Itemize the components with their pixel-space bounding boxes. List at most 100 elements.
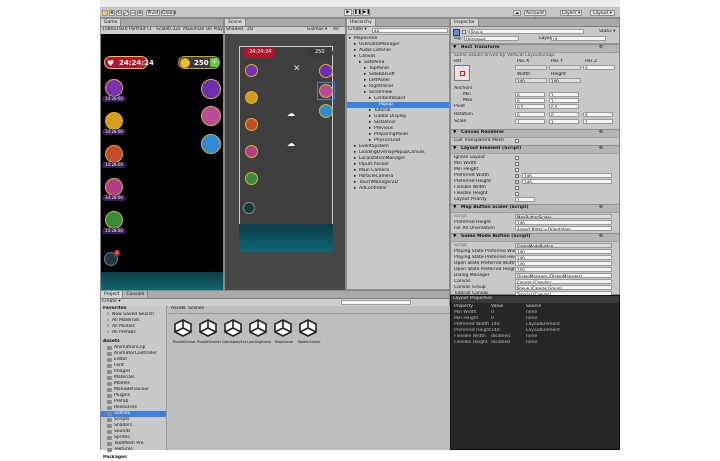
rotation-x[interactable]: 0 [515,112,545,117]
pos-z-field[interactable]: 0 [583,65,615,70]
gmb-field-value[interactable]: Popup (Canvas Group) [515,285,612,290]
tab-hierarchy[interactable]: Hierarchy [347,19,376,26]
layers-dropdown[interactable]: Layers ▾ [560,10,582,16]
rect-transform-header[interactable]: ▼ Rect Transform ⚙ [451,44,619,53]
tab-inspector[interactable]: Inspector [451,19,479,26]
pivot-x[interactable]: 0.5 [515,104,545,109]
favorite-item[interactable]: ⌕ All Prefabs [101,330,166,336]
flexible-width-checkbox[interactable] [515,186,519,190]
static-dropdown[interactable]: Static ▾ [599,29,616,35]
shading-dropdown[interactable]: Shaded [226,27,243,33]
game-mode-button-settings-icon[interactable]: ⚙ [599,234,603,240]
expand-arrow-icon[interactable]: ▸ [354,186,356,192]
tab-project[interactable]: Project [101,291,124,298]
unity-scene-icon[interactable] [174,319,192,337]
layout-priority-field[interactable]: 1 [515,197,535,202]
left-item-2[interactable] [105,112,123,130]
mbs-orientation-field[interactable]: Aspect Ratio → Orientation [515,226,612,231]
pivot-toggle[interactable]: Pivot [146,10,160,16]
left-item-4[interactable] [105,178,123,196]
unity-scene-icon[interactable] [224,319,242,337]
resolution-dropdown[interactable]: 1080x1920 Portrait (1080x1920) [102,27,152,33]
gmb-field-value[interactable]: Canvas (Canvas) [515,279,612,284]
hierarchy-item[interactable]: ▸ AdController [347,186,449,192]
layout-dropdown[interactable]: Layout ▾ [590,10,615,16]
active-checkbox[interactable] [462,30,466,34]
gmb-field-value[interactable]: 140 [515,261,612,266]
account-dropdown[interactable]: Account ▾ [524,10,546,22]
game-mode-button-expand-icon[interactable]: ▼ [453,234,456,240]
anchor-min-x[interactable]: 0 [515,92,545,97]
left-item-5[interactable] [105,211,123,229]
step-button[interactable]: ▶❚ [362,9,370,16]
right-item-2[interactable] [201,106,221,126]
project-create-dropdown[interactable]: Create ▾ [102,299,121,305]
scale-x[interactable]: 1 [515,119,545,124]
right-item-1[interactable] [201,79,221,99]
anchor-min-y[interactable]: 1 [549,92,579,97]
rotation-z[interactable]: 0 [583,112,613,117]
cloud-icon[interactable]: ☁ [513,10,521,16]
folder-item[interactable]: Textures [101,447,166,453]
pos-x-field[interactable] [515,65,547,70]
rect-transform-settings-icon[interactable]: ⚙ [599,45,603,51]
tag-dropdown[interactable]: Untagged [464,36,519,41]
map-button-scaler-header[interactable]: ▼ Map Button Scaler (Script) ⚙ [451,204,619,213]
right-item-3[interactable] [201,134,221,154]
tab-scene[interactable]: Scene [225,19,246,26]
left-item-1[interactable] [105,79,123,97]
mbs-pref-height-field[interactable]: 140 [515,220,612,225]
gmb-field-value[interactable]: DialogManager (DialogManager) [515,273,612,278]
pause-button[interactable]: ❚❚ [353,9,362,16]
layout-element-expand-icon[interactable]: ▼ [453,146,456,152]
flexible-height-checkbox[interactable] [515,192,519,196]
cull-transparent-checkbox[interactable] [515,139,519,143]
selection-rect[interactable] [317,82,335,100]
2d-toggle[interactable]: 2D [247,27,253,33]
preferred-height-field[interactable]: 140 [522,179,612,184]
hand-tool-icon[interactable]: ✋ [102,10,109,16]
global-toggle[interactable]: Global [161,10,176,16]
scene-viewport[interactable]: 24:24:24 250 ☁ ☁ ✕ [225,34,345,290]
unity-scene-icon[interactable] [274,319,292,337]
tab-game[interactable]: Game [101,19,122,26]
object-name-field[interactable]: Popup [469,29,584,34]
packages-row[interactable]: Packages [101,455,166,461]
rotation-y[interactable]: 0 [549,112,579,117]
gmb-field-value[interactable]: 140 [515,255,612,260]
gmb-field-value[interactable]: 140 [515,249,612,254]
canvas-renderer-header[interactable]: ▼ Canvas Renderer ⚙ [451,129,619,138]
preferred-width-field[interactable]: 140 [522,173,612,178]
map-button-scaler-settings-icon[interactable]: ⚙ [599,205,603,211]
pivot-y[interactable]: 0.5 [549,104,579,109]
scale-tool-icon[interactable]: ⤢ [123,10,129,16]
canvas-renderer-expand-icon[interactable]: ▼ [453,130,456,136]
layout-element-settings-icon[interactable]: ⚙ [599,146,603,152]
unity-scene-icon[interactable] [299,319,317,337]
mbs-script-field[interactable]: MapButtonScaler [515,214,612,219]
scale-y[interactable]: 1 [549,119,579,124]
play-button[interactable]: ▶ [344,9,352,16]
gmb-script-field[interactable]: GameModeButton [515,243,612,248]
move-tool-icon[interactable]: ✥ [109,10,115,16]
game-mode-button-header[interactable]: ▼ Game Mode Button (Script) ⚙ [451,233,619,242]
canvas-renderer-settings-icon[interactable]: ⚙ [599,130,603,136]
maximize-on-play-toggle[interactable]: Maximize On Play [183,27,223,33]
layer-dropdown[interactable]: UI [551,36,606,41]
unity-scene-icon[interactable] [199,319,217,337]
anchor-max-y[interactable]: 1 [549,98,579,103]
preferred-height-checkbox[interactable] [515,180,519,184]
map-button-scaler-expand-icon[interactable]: ▼ [453,205,456,211]
hierarchy-create-dropdown[interactable]: Create ▾ [348,27,367,33]
rotate-tool-icon[interactable]: ↻ [116,10,122,16]
unity-scene-icon[interactable] [249,319,267,337]
layout-element-header[interactable]: ▼ Layout Element (Script) ⚙ [451,145,619,154]
project-search-input[interactable] [341,300,411,305]
game-viewport[interactable]: ♥ 24:24:24 250 + 14:28:00 14:28:00 14:28:0… [101,34,223,290]
transform-tool-icon[interactable]: ⊕ [137,10,143,16]
height-field[interactable]: 140 [549,78,581,83]
rect-tool-icon[interactable]: ▭ [130,10,136,16]
add-coins-button[interactable]: + [210,58,219,67]
preferred-width-checkbox[interactable] [515,174,519,178]
gizmos-dropdown[interactable]: Gizmos ▾ [307,27,327,33]
